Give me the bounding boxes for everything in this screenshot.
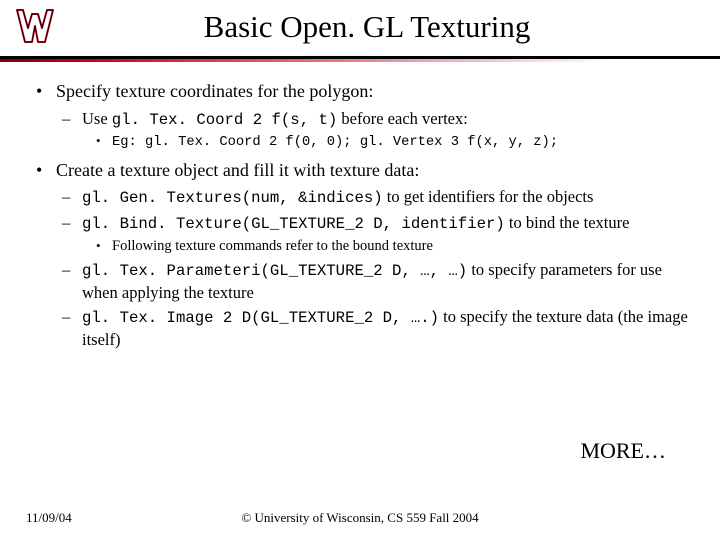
- text-post: before each vertex:: [337, 109, 468, 128]
- slide-footer: © University of Wisconsin, CS 559 Fall 2…: [0, 510, 720, 526]
- code-gentextures: gl. Gen. Textures(num, &indices): [82, 189, 383, 207]
- subsub-eg: Eg: gl. Tex. Coord 2 f(0, 0); gl. Vertex…: [82, 132, 692, 152]
- sub-teximage: gl. Tex. Image 2 D(GL_TEXTURE_2 D, ….) t…: [56, 306, 692, 350]
- code-eg: Eg: gl. Tex. Coord 2 f(0, 0); gl. Vertex…: [112, 135, 558, 150]
- code-teximage: gl. Tex. Image 2 D(GL_TEXTURE_2 D, ….): [82, 309, 439, 327]
- sub-texcoord: Use gl. Tex. Coord 2 f(s, t) before each…: [56, 108, 692, 153]
- bullet-text: Specify texture coordinates for the poly…: [56, 81, 373, 101]
- sub-bindtexture: gl. Bind. Texture(GL_TEXTURE_2 D, identi…: [56, 212, 692, 256]
- sub-texparameter: gl. Tex. Parameteri(GL_TEXTURE_2 D, …, ……: [56, 259, 692, 303]
- code-texparameter: gl. Tex. Parameteri(GL_TEXTURE_2 D, …, ……: [82, 262, 467, 280]
- text: Following texture commands refer to the …: [112, 238, 433, 254]
- subsub-following: Following texture commands refer to the …: [82, 237, 692, 256]
- bullet-text: Create a texture object and fill it with…: [56, 160, 419, 180]
- code-texcoord: gl. Tex. Coord 2 f(s, t): [112, 111, 338, 129]
- sub-gentextures: gl. Gen. Textures(num, &indices) to get …: [56, 186, 692, 209]
- footer-date: 11/09/04: [26, 510, 72, 526]
- more-text: MORE…: [580, 438, 666, 464]
- slide-body: Specify texture coordinates for the poly…: [0, 62, 720, 351]
- footer-copyright: © University of Wisconsin, CS 559 Fall 2…: [0, 510, 720, 526]
- code-bindtexture: gl. Bind. Texture(GL_TEXTURE_2 D, identi…: [82, 215, 505, 233]
- bullet-specify-coords: Specify texture coordinates for the poly…: [34, 80, 692, 153]
- text-post: to bind the texture: [505, 213, 630, 232]
- slide-title: Basic Open. GL Texturing: [14, 9, 720, 45]
- slide-header: Basic Open. GL Texturing: [0, 0, 720, 46]
- bullet-create-texture: Create a texture object and fill it with…: [34, 159, 692, 351]
- text-post: to get identifiers for the objects: [383, 187, 594, 206]
- text-pre: Use: [82, 109, 112, 128]
- title-underline: [0, 56, 720, 62]
